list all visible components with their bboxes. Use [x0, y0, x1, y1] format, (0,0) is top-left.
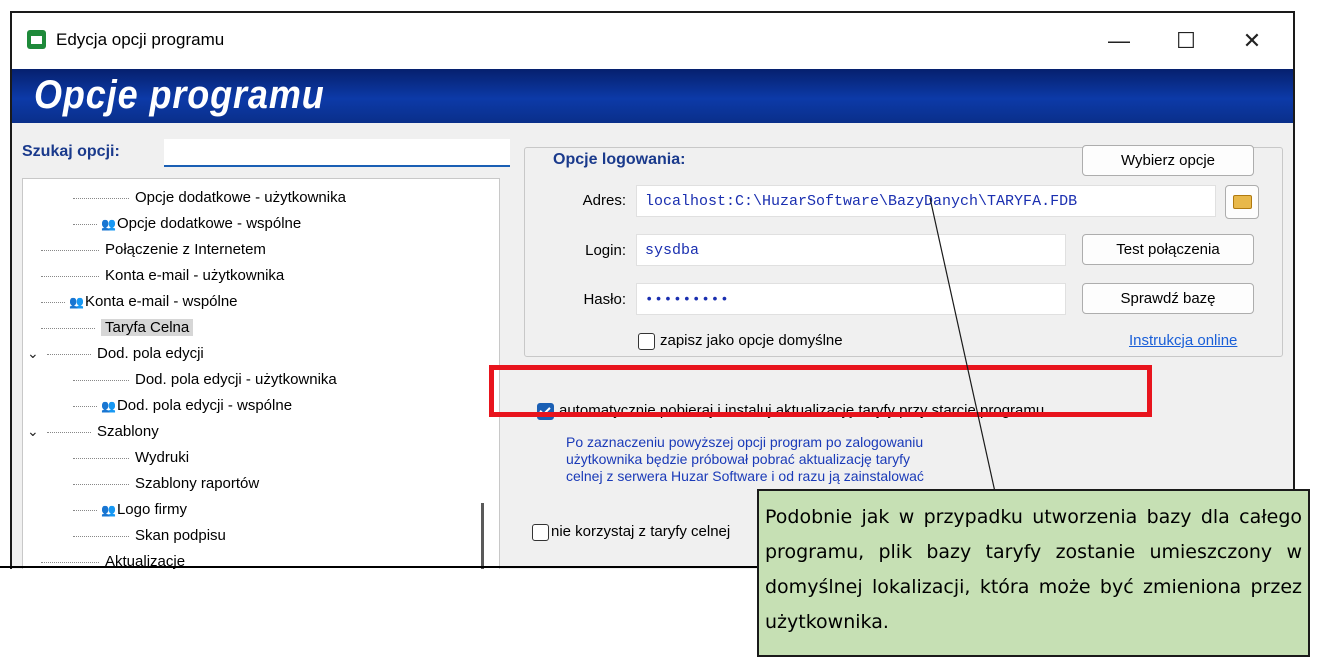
maximize-button[interactable]: ☐	[1164, 21, 1208, 61]
chevron-down-icon[interactable]: ⌄	[27, 423, 39, 440]
group-label: Opcje logowania:	[550, 151, 689, 169]
folder-icon	[1232, 195, 1252, 209]
close-button[interactable]: ✕	[1230, 21, 1274, 61]
tree-item[interactable]: Szablony	[47, 421, 159, 443]
password-field[interactable]: •••••••••	[636, 283, 1066, 315]
tree-item[interactable]: 👥 Logo firmy	[73, 499, 187, 521]
auto-update-note-line: celnej z serwera Huzar Software i od raz…	[566, 468, 924, 484]
tree-item[interactable]: Dod. pola edycji	[47, 343, 204, 365]
search-input[interactable]	[164, 139, 510, 167]
tree-item[interactable]: Wydruki	[73, 447, 189, 469]
chevron-down-icon[interactable]: ⌄	[27, 345, 39, 362]
check-database-button[interactable]: Sprawdź bazę	[1082, 283, 1254, 314]
app-icon	[27, 30, 46, 49]
password-label: Hasło:	[583, 291, 626, 308]
browse-button[interactable]	[1225, 185, 1259, 219]
no-tariff-checkbox[interactable]	[532, 524, 549, 541]
app-window: Edycja opcji programu — ☐ ✕ Opcje progra…	[10, 11, 1295, 569]
login-label: Login:	[585, 242, 626, 259]
users-icon: 👥	[101, 503, 116, 517]
options-tree: Opcje dodatkowe - użytkownika 👥 Opcje dod…	[22, 178, 500, 569]
login-field[interactable]: sysdba	[636, 234, 1066, 266]
minimize-button[interactable]: —	[1097, 21, 1141, 61]
tree-item-selected[interactable]: Taryfa Celna	[41, 317, 194, 339]
tree-scrollbar[interactable]	[481, 503, 484, 569]
no-tariff-label: nie korzystaj z taryfy celnej	[551, 523, 731, 540]
window-title: Edycja opcji programu	[56, 30, 225, 49]
tree-item[interactable]: 👥 Dod. pola edycji - wspólne	[73, 395, 292, 417]
choose-options-button[interactable]: Wybierz opcje	[1082, 145, 1254, 176]
address-label: Adres:	[582, 192, 626, 209]
banner-title: Opcje programu	[34, 73, 325, 117]
header-banner: Opcje programu	[12, 69, 1293, 123]
options-tree-pane: Szukaj opcji: Opcje dodatkowe - użytkown…	[22, 131, 510, 569]
auto-update-note-line: Po zaznaczeniu powyższej opcji program p…	[566, 434, 924, 450]
users-icon: 👥	[101, 399, 116, 413]
tree-item[interactable]: Konta e-mail - użytkownika	[41, 265, 284, 287]
tree-item[interactable]: 👥 Opcje dodatkowe - wspólne	[73, 213, 301, 235]
title-bar: Edycja opcji programu — ☐ ✕	[12, 13, 1293, 69]
screenshot-bottom-border	[0, 566, 760, 568]
save-default-label: zapisz jako opcje domyślne	[660, 332, 843, 349]
tree-item[interactable]: Skan podpisu	[73, 525, 226, 547]
tree-item[interactable]: 👥 Konta e-mail - wspólne	[41, 291, 238, 313]
users-icon: 👥	[101, 217, 116, 231]
auto-update-note-line: użytkownika będzie próbował pobrać aktua…	[566, 451, 910, 467]
tree-item[interactable]: Szablony raportów	[73, 473, 259, 495]
address-field[interactable]: localhost:C:\HuzarSoftware\BazyDanych\TA…	[636, 185, 1216, 217]
tree-item[interactable]: Dod. pola edycji - użytkownika	[73, 369, 337, 391]
search-label: Szukaj opcji:	[22, 143, 120, 160]
test-connection-button[interactable]: Test połączenia	[1082, 234, 1254, 265]
tree-item[interactable]: Opcje dodatkowe - użytkownika	[73, 187, 346, 209]
save-default-checkbox[interactable]	[638, 333, 655, 350]
callout-note: Podobnie jak w przypadku utworzenia bazy…	[757, 489, 1310, 657]
tree-item[interactable]: Połączenie z Internetem	[41, 239, 266, 261]
highlight-frame	[489, 365, 1152, 417]
online-instructions-link[interactable]: Instrukcja online	[1129, 332, 1237, 349]
users-icon: 👥	[69, 295, 84, 309]
